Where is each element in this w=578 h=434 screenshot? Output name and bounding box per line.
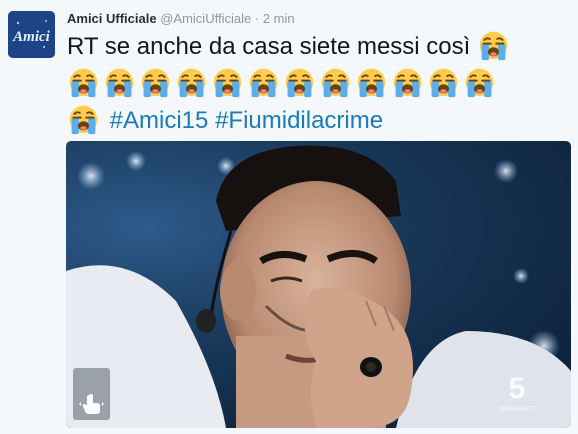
crying-face-icon — [319, 65, 352, 98]
hashtag-fiumidilacrime[interactable]: #Fiumidilacrime — [215, 107, 383, 134]
channel-logo: 5 MEDIASET — [499, 372, 536, 413]
hand-pointer-icon — [79, 394, 104, 414]
crying-face-icon — [103, 65, 136, 98]
crying-face-icon — [463, 65, 496, 98]
separator: · — [254, 11, 260, 26]
crying-face-icon — [175, 65, 208, 98]
timestamp[interactable]: 2 min — [263, 11, 295, 26]
emoji-row — [67, 65, 572, 102]
crying-face-icon — [67, 102, 100, 135]
hashtag-amici15[interactable]: #Amici15 — [110, 107, 209, 134]
channel-logo-number: 5 — [509, 372, 526, 405]
crying-face-icon — [477, 28, 510, 61]
tweet-text-body: RT se anche da casa siete messi così — [67, 33, 471, 60]
gif-play-button[interactable] — [73, 368, 110, 420]
tweet-text-line-3: #Amici15 #Fiumidilacrime — [67, 102, 572, 139]
crying-face-icon — [391, 65, 424, 98]
crying-face-icon — [427, 65, 460, 98]
avatar-logo-text: Amici — [12, 29, 50, 45]
crying-face-icon — [211, 65, 244, 98]
crying-face-icon — [247, 65, 280, 98]
channel-logo-text: MEDIASET — [499, 406, 536, 413]
crying-face-icon — [139, 65, 172, 98]
tweet-text-line-1: RT se anche da casa siete messi così — [67, 28, 572, 65]
crying-face-icon — [67, 65, 100, 98]
tweet-media-gif[interactable]: 5 MEDIASET — [66, 141, 571, 428]
avatar[interactable]: Amici — [8, 11, 55, 58]
tweet[interactable]: Amici Amici Ufficiale @AmiciUfficiale · … — [0, 0, 578, 434]
amici-logo: Amici — [8, 11, 55, 58]
tweet-text: RT se anche da casa siete messi così #Am… — [67, 28, 572, 139]
author-name[interactable]: Amici Ufficiale — [67, 11, 157, 26]
crying-face-icon — [355, 65, 388, 98]
author-handle[interactable]: @AmiciUfficiale — [160, 11, 251, 26]
tweet-header: Amici Ufficiale @AmiciUfficiale · 2 min — [67, 11, 295, 26]
crying-face-icon — [283, 65, 316, 98]
